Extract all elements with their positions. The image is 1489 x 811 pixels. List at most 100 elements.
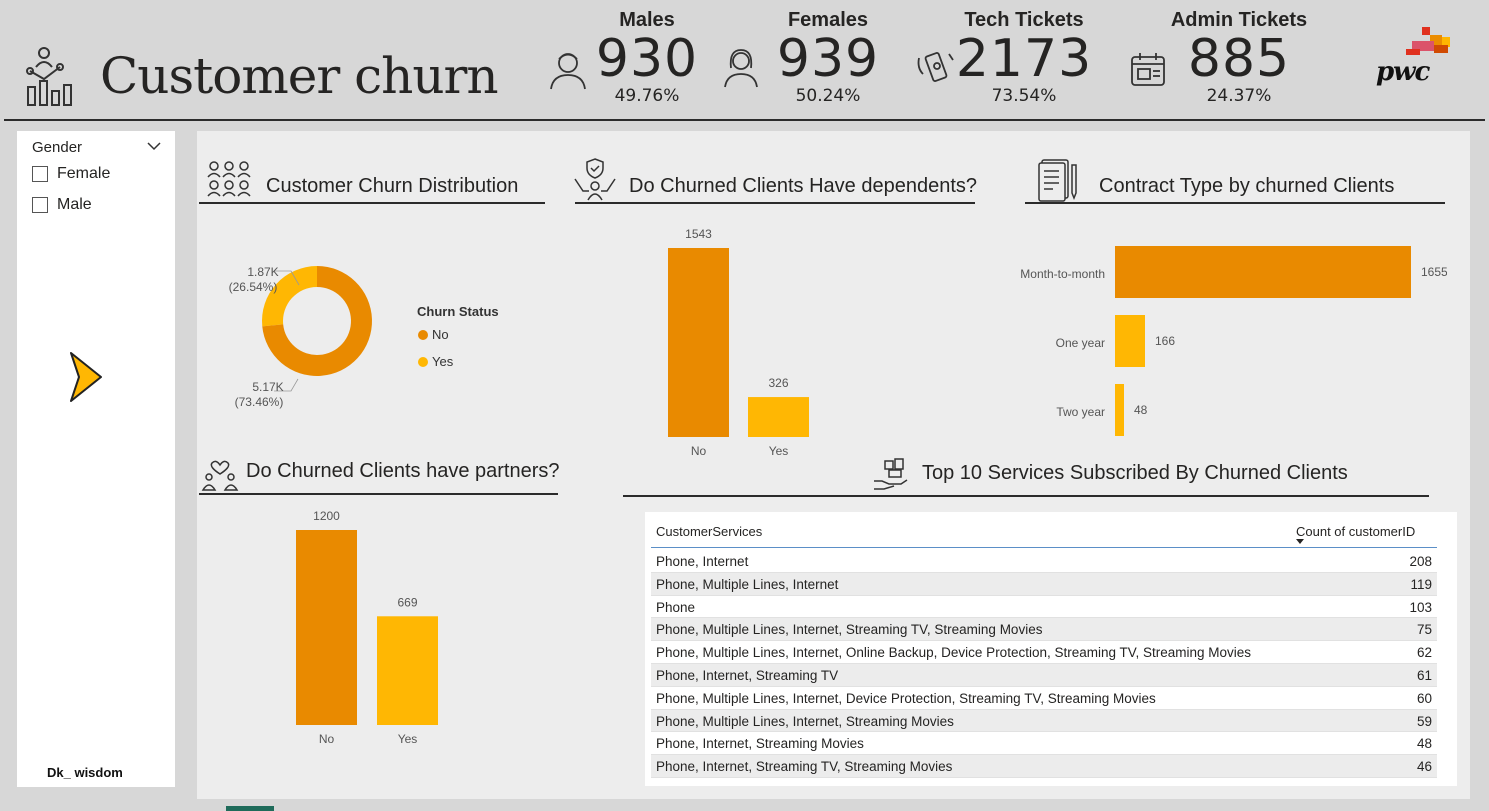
kpi-percent: 50.24% [795,86,861,106]
category-label: Yes [769,444,789,458]
table-row[interactable]: Phone, Internet, Streaming TV, Streaming… [651,755,1437,778]
author-label: Dk_ wisdom [47,765,123,780]
data-label: 669 [397,595,417,609]
cell-count: 62 [1416,645,1432,661]
section-underline [623,495,1429,497]
header-bar: Customer churn Males 930 49.76% Females … [4,3,1485,121]
kpi-percent: 24.37% [1206,86,1272,106]
cell-services: Phone [656,599,696,615]
bar-no[interactable] [296,530,357,725]
cell-services: Phone, Multiple Lines, Internet [656,576,839,592]
section-title-services: Top 10 Services Subscribed By Churned Cl… [922,462,1348,484]
female-user-icon [724,49,758,88]
partners-heart-icon [201,460,239,491]
section-title-contract: Contract Type by churned Clients [1099,175,1395,197]
cell-services: Phone, Multiple Lines, Internet, Streami… [656,713,954,729]
kpi-value: 2173 [955,29,1093,89]
analytics-people-icon [26,47,72,106]
category-label: Two year [1056,405,1105,419]
bar-month-to-month[interactable] [1115,246,1411,298]
logo-blocks-icon [1406,27,1450,55]
header-divider [651,547,1437,548]
column-header-services[interactable]: CustomerServices [656,524,762,539]
legend-item-no[interactable]: No [418,327,449,342]
bar-yes[interactable] [377,616,438,725]
slicer-option-female[interactable]: Female [32,165,110,183]
cell-services: Phone, Internet, Streaming TV [656,668,839,683]
bar-two-year[interactable] [1115,384,1124,436]
legend-title: Churn Status [417,304,499,319]
kpi-tech-tickets: Tech Tickets 2173 73.54% [954,9,1094,106]
section-underline [199,202,545,204]
legend-label: Yes [432,354,454,369]
legend-dot [418,356,428,367]
kpi-value: 885 [1187,29,1291,89]
cell-count: 208 [1409,554,1432,569]
sort-descending-icon[interactable] [1296,539,1304,544]
cell-count: 61 [1416,668,1432,683]
data-label: 1200 [313,509,340,523]
slicer-title: Gender [32,139,83,156]
report-canvas: Customer Churn Distribution 1.87K (26.54… [197,131,1470,799]
bar-yes[interactable] [748,397,809,437]
data-label: 48 [1134,403,1148,417]
option-label: Male [57,196,92,213]
slice-pct-yes: (26.54%) [229,280,278,294]
cell-services: Phone, Multiple Lines, Internet, Device … [656,690,1156,706]
section-underline [1025,202,1445,204]
legend-dot [418,329,428,340]
dependents-bar-chart: 1543 No 326 Yes [668,227,809,458]
page-title: Customer churn [100,47,499,105]
family-protection-icon [574,158,616,201]
section-title-partners: Do Churned Clients have partners? [246,460,560,482]
kpi-admin-tickets: Admin Tickets 885 24.37% [1164,9,1314,106]
table-row[interactable]: Phone, Multiple Lines, Internet, Online … [651,641,1437,664]
bar-one-year[interactable] [1115,315,1145,367]
kpi-percent: 49.76% [614,86,680,106]
chevron-down-icon[interactable] [147,139,161,153]
slice-label-no: 5.17K [252,380,283,394]
column-header-count[interactable]: Count of customerID [1296,524,1415,539]
partners-bar-chart: 1200 No 669 Yes [296,509,438,746]
table-row[interactable]: Phone, Multiple Lines, Internet 119 [651,572,1437,596]
kpi-value: 939 [776,29,880,89]
people-group-icon [207,161,251,197]
cell-count: 48 [1416,736,1432,752]
legend-label: No [432,327,449,342]
data-label: 1655 [1421,265,1447,279]
services-hand-icon [874,458,908,490]
category-label: No [319,732,335,746]
data-label: 1543 [685,227,712,241]
table-row[interactable]: Phone, Internet, Streaming Movies 48 [651,732,1437,756]
section-title-dependents: Do Churned Clients Have dependents? [629,175,977,197]
table-row[interactable]: Phone, Internet 208 [651,550,1437,573]
cell-services: Phone, Internet, Streaming Movies [656,736,864,752]
category-label: No [691,444,707,458]
option-label: Female [57,165,111,182]
table-row[interactable]: Phone, Multiple Lines, Internet, Streami… [651,709,1437,733]
legend-item-yes[interactable]: Yes [418,354,453,369]
table-row[interactable]: Phone, Internet, Streaming TV 61 [651,664,1437,687]
cell-count: 59 [1416,713,1432,729]
slice-label-yes: 1.87K [247,265,278,279]
chevron-right-icon[interactable] [67,349,105,405]
cell-count: 119 [1410,576,1432,592]
services-table: CustomerServices Count of customerID Pho… [645,512,1457,786]
slicer-option-male[interactable]: Male [32,196,92,214]
checkbox[interactable] [32,197,48,213]
table-row[interactable]: Phone, Multiple Lines, Internet, Streami… [651,618,1437,642]
checkbox[interactable] [32,166,48,182]
kpi-males: Males 930 49.76% [592,9,702,106]
gender-slicer: Gender Female Male Dk_ wisdom [17,131,175,787]
category-label: Month-to-month [1020,267,1105,281]
table-row[interactable]: Phone 103 [651,596,1437,619]
table-row[interactable]: Phone, Multiple Lines, Internet, Device … [651,687,1437,710]
cell-services: Phone, Internet [656,554,749,569]
data-label: 166 [1155,334,1175,348]
cell-services: Phone, Internet, Streaming TV, Streaming… [656,759,953,775]
contract-document-icon [1038,159,1077,202]
page-tab-indicator[interactable] [226,806,274,811]
section-underline [575,202,975,204]
cell-count: 103 [1409,599,1432,615]
bar-no[interactable] [668,248,729,437]
